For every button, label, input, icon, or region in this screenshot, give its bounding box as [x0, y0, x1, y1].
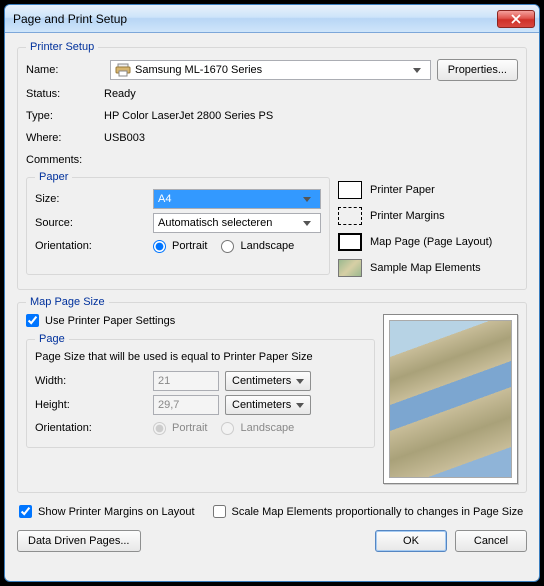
- map-page-size-legend: Map Page Size: [26, 296, 109, 308]
- where-label: Where:: [26, 132, 104, 144]
- printer-name-dropdown[interactable]: Samsung ML-1670 Series: [110, 60, 431, 80]
- paper-source-value: Automatisch selecteren: [158, 217, 272, 229]
- width-label: Width:: [35, 375, 153, 387]
- printer-name-value: Samsung ML-1670 Series: [135, 64, 262, 76]
- use-printer-settings-label: Use Printer Paper Settings: [45, 315, 175, 327]
- show-margins-checkbox[interactable]: [19, 505, 32, 518]
- legend-column: Printer Paper Printer Margins Map Page (…: [338, 171, 518, 281]
- page-legend: Page: [35, 333, 69, 345]
- paper-legend: Paper: [35, 171, 72, 183]
- paper-size-value: A4: [158, 193, 171, 205]
- paper-portrait-label: Portrait: [172, 240, 207, 252]
- legend-printer-margins: Printer Margins: [338, 203, 518, 229]
- cancel-button[interactable]: Cancel: [455, 530, 527, 552]
- scale-elements-label: Scale Map Elements proportionally to cha…: [232, 506, 524, 518]
- printer-setup-group: Printer Setup Name: Samsung ML-1670 Seri…: [17, 41, 527, 290]
- height-field[interactable]: [153, 395, 219, 415]
- printer-paper-swatch: [338, 181, 362, 199]
- page-orient-label: Orientation:: [35, 422, 153, 434]
- width-field[interactable]: [153, 371, 219, 391]
- page-portrait-radio: [153, 422, 166, 435]
- legend-printer-paper: Printer Paper: [338, 177, 518, 203]
- paper-group: Paper Size: A4 Source: Automa: [26, 171, 330, 275]
- paper-landscape-radio[interactable]: [221, 240, 234, 253]
- page-group: Page Page Size that will be used is equa…: [26, 333, 375, 448]
- width-unit-dropdown[interactable]: Centimeters: [225, 371, 311, 391]
- paper-source-label: Source:: [35, 217, 153, 229]
- where-value: USB003: [104, 132, 145, 144]
- map-page-size-group: Map Page Size Use Printer Paper Settings…: [17, 296, 527, 493]
- paper-portrait-radio[interactable]: [153, 240, 166, 253]
- height-label: Height:: [35, 399, 153, 411]
- map-page-swatch: [338, 233, 362, 251]
- printer-icon: [115, 62, 131, 78]
- titlebar: Page and Print Setup: [5, 5, 539, 33]
- legend-sample: Sample Map Elements: [338, 255, 518, 281]
- legend-map-page: Map Page (Page Layout): [338, 229, 518, 255]
- scale-elements-checkbox[interactable]: [213, 505, 226, 518]
- comments-label: Comments:: [26, 154, 104, 166]
- status-value: Ready: [104, 88, 136, 100]
- chevron-down-icon: [291, 403, 308, 408]
- page-portrait-label: Portrait: [172, 422, 207, 434]
- paper-size-label: Size:: [35, 193, 153, 205]
- chevron-down-icon: [291, 379, 308, 384]
- paper-orient-label: Orientation:: [35, 240, 153, 252]
- chevron-down-icon: [298, 197, 316, 202]
- use-printer-settings-checkbox[interactable]: [26, 314, 39, 327]
- page-print-setup-dialog: Page and Print Setup Printer Setup Name:: [4, 4, 540, 582]
- paper-landscape-label: Landscape: [240, 240, 294, 252]
- map-preview: [383, 314, 518, 484]
- dialog-content: Printer Setup Name: Samsung ML-1670 Seri…: [5, 33, 539, 581]
- ok-button[interactable]: OK: [375, 530, 447, 552]
- height-unit-dropdown[interactable]: Centimeters: [225, 395, 311, 415]
- properties-button[interactable]: Properties...: [437, 59, 518, 81]
- paper-size-dropdown[interactable]: A4: [153, 189, 321, 209]
- printer-margins-swatch: [338, 207, 362, 225]
- show-margins-label: Show Printer Margins on Layout: [38, 506, 195, 518]
- sample-swatch: [338, 259, 362, 277]
- status-label: Status:: [26, 88, 104, 100]
- window-title: Page and Print Setup: [13, 12, 497, 26]
- type-value: HP Color LaserJet 2800 Series PS: [104, 110, 273, 122]
- close-icon: [511, 14, 521, 24]
- data-driven-pages-button[interactable]: Data Driven Pages...: [17, 530, 141, 552]
- paper-source-dropdown[interactable]: Automatisch selecteren: [153, 213, 321, 233]
- name-label: Name:: [26, 64, 104, 76]
- map-preview-inner: [389, 320, 512, 478]
- type-label: Type:: [26, 110, 104, 122]
- page-size-note: Page Size that will be used is equal to …: [35, 349, 366, 369]
- printer-setup-legend: Printer Setup: [26, 41, 98, 53]
- page-landscape-label: Landscape: [240, 422, 294, 434]
- chevron-down-icon: [408, 68, 426, 73]
- close-button[interactable]: [497, 10, 535, 28]
- page-landscape-radio: [221, 422, 234, 435]
- chevron-down-icon: [298, 221, 316, 226]
